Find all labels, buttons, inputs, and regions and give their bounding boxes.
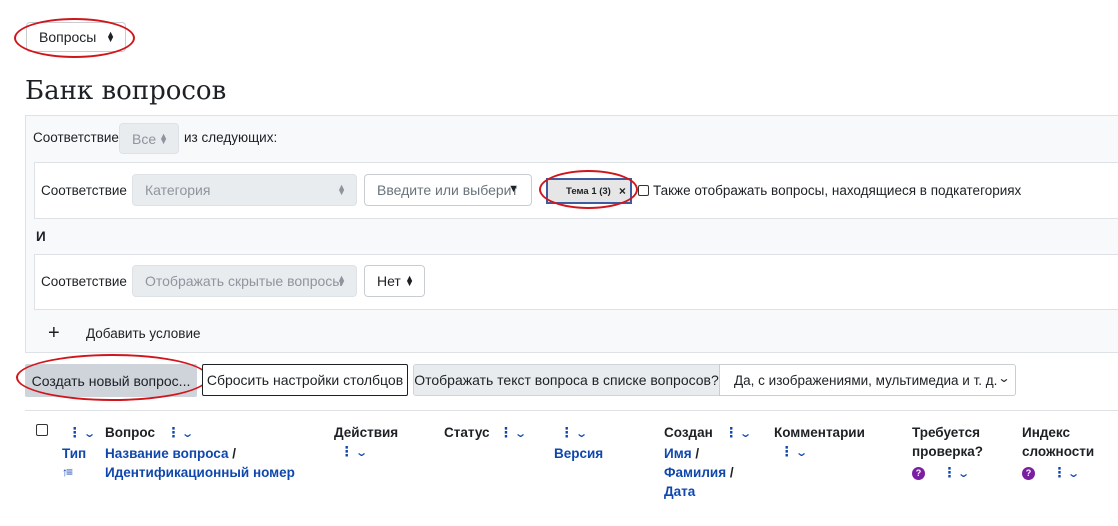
col-actions: Действия ⋮ ⌄ [334,423,398,463]
chevron-down-icon[interactable]: ⌄ [181,425,194,444]
condition-type-select-hidden[interactable]: Отображать скрытые вопросы ▲ ▼ [132,265,357,297]
kebab-menu-icon[interactable]: ⋮ [943,463,956,482]
condition-type-value: Отображать скрытые вопросы [145,273,343,289]
select-arrows-icon: ▲ ▼ [106,29,115,44]
table-divider [25,410,1118,411]
condition-type-value: Категория [145,182,211,198]
condition-type-select-category[interactable]: Категория ▲ ▼ [132,174,357,206]
help-icon[interactable]: ? [912,466,925,480]
condition-match-label: Соответствие [41,183,127,198]
chevron-down-icon: ⌄ [997,371,1011,385]
col-comments-label: Комментарии [774,425,865,440]
condition-match-label: Соответствие [41,274,127,289]
kebab-menu-icon[interactable]: ⋮ [68,423,81,442]
chevron-down-icon[interactable]: ⌄ [355,444,368,463]
select-arrows-icon: ▲ ▼ [159,130,168,146]
select-arrows-icon: ▲ ▼ [337,182,346,197]
col-type-sort-link[interactable]: Тип [62,444,94,463]
sort-version-link[interactable]: Версия [554,444,603,463]
page-title: Банк вопросов [25,76,227,106]
sort-date-link[interactable]: Дата [664,482,750,501]
show-text-label: Отображать текст вопроса в списке вопрос… [414,372,719,388]
kebab-menu-icon[interactable]: ⋮ [340,442,353,461]
col-question-label: Вопрос [105,425,155,440]
add-condition-label: Добавить условие [86,325,201,341]
category-search-input[interactable]: Введите или выберите ▼ [364,174,532,206]
col-needs-review: Требуется проверка? ? ⋮ ⌄ [912,423,983,484]
create-question-label: Создать новый вопрос... [31,372,191,389]
kebab-menu-icon[interactable]: ⋮ [560,423,573,442]
question-sep: / [232,446,237,461]
sort-first-name-link[interactable]: Имя [664,446,692,461]
show-text-select[interactable]: Да, с изображениями, мультимедиа и т. д.… [719,364,1016,396]
chevron-down-icon[interactable]: ⌄ [1067,465,1080,484]
filter-match-suffix: из следующих: [184,130,278,145]
chevron-down-icon[interactable]: ⌄ [957,465,970,484]
select-all-checkbox[interactable] [36,424,48,436]
created-sep: / [729,465,734,480]
select-arrows-icon: ▲ ▼ [405,273,414,288]
col-question: Вопрос ⋮ ⌄ Название вопроса / Идентификац… [105,423,295,482]
reset-columns-button[interactable]: Сбросить настройки столбцов [202,364,408,396]
kebab-menu-icon[interactable]: ⋮ [167,423,180,442]
kebab-menu-icon[interactable]: ⋮ [499,423,512,442]
chevron-down-icon[interactable]: ⌄ [575,425,588,444]
chevron-down-icon[interactable]: ⌄ [514,425,527,444]
chip-remove-icon[interactable]: × [619,184,626,198]
col-actions-label: Действия [334,425,399,440]
col-needs-review-label-2: проверка? [912,444,984,459]
col-status: Статус ⋮ ⌄ [444,423,527,444]
subcategories-label: Также отображать вопросы, находящиеся в … [653,183,1022,198]
plus-icon: + [48,321,60,344]
created-sep: / [695,446,700,461]
filter-match-value: Все [132,130,157,147]
question-bank-nav-select[interactable]: Вопросы ▲ ▼ [26,22,126,52]
hidden-value-select[interactable]: Нет ▲ ▼ [364,265,425,297]
category-chip-label: Тема 1 (3) [566,185,611,197]
col-comments: Комментарии ⋮ ⌄ [774,423,865,463]
col-difficulty-label-2: сложности [1022,444,1095,459]
col-created-label: Создан [664,425,713,440]
kebab-menu-icon[interactable]: ⋮ [780,442,793,461]
chevron-down-icon[interactable]: ⌄ [83,425,96,444]
and-label: И [36,229,46,244]
col-version: ⋮ ⌄ Версия [554,423,603,463]
filter-panel [25,115,1118,353]
col-difficulty: Индекс сложности ? ⋮ ⌄ [1022,423,1094,484]
help-icon[interactable]: ? [1022,466,1035,480]
filter-match-label: Соответствие [33,130,119,145]
nav-select-value: Вопросы [39,29,97,45]
sort-question-name-link[interactable]: Название вопроса [105,446,229,461]
select-arrows-icon: ▲ ▼ [337,273,346,288]
sort-ascending-icon[interactable]: ↑≡ [62,463,94,482]
hidden-value: Нет [377,273,401,289]
chevron-down-icon[interactable]: ⌄ [739,425,752,444]
subcategories-checkbox[interactable] [638,185,649,196]
filter-match-select[interactable]: Все ▲ ▼ [119,123,179,154]
kebab-menu-icon[interactable]: ⋮ [1053,463,1066,482]
col-type: ⋮ ⌄ Тип ↑≡ [62,423,96,482]
category-chip[interactable]: Тема 1 (3) × [546,178,632,204]
add-condition-button[interactable]: + Добавить условие [48,322,201,344]
sort-question-id-link[interactable]: Идентификационный номер [105,463,295,482]
sort-last-name-link[interactable]: Фамилия [664,465,726,480]
kebab-menu-icon[interactable]: ⋮ [725,423,738,442]
col-created: Создан ⋮ ⌄ Имя / Фамилия / Дата [664,423,752,501]
show-text-value: Да, с изображениями, мультимедиа и т. д. [734,372,998,388]
chevron-down-icon[interactable]: ⌄ [795,444,808,463]
col-difficulty-label-1: Индекс [1022,425,1071,440]
category-search-placeholder: Введите или выберите [377,182,517,198]
reset-columns-label: Сбросить настройки столбцов [206,372,404,388]
col-needs-review-label-1: Требуется [912,425,980,440]
create-question-button[interactable]: Создать новый вопрос... [25,364,197,397]
col-status-label: Статус [444,425,490,440]
dropdown-triangle-icon: ▼ [508,183,519,195]
show-text-label-box: Отображать текст вопроса в списке вопрос… [413,364,720,396]
